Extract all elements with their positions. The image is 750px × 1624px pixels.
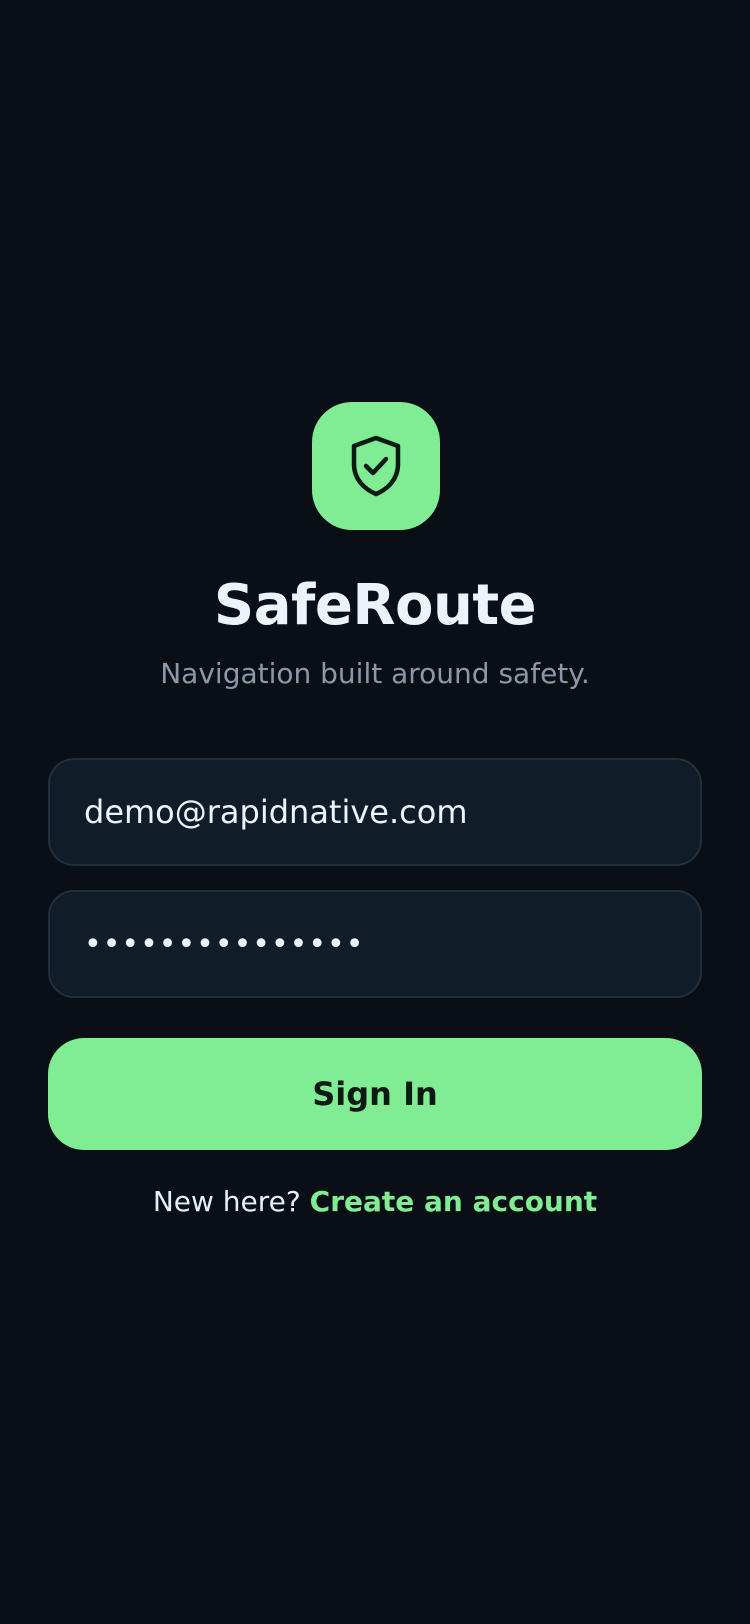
- password-field-container[interactable]: [48, 890, 702, 998]
- login-screen: SafeRoute Navigation built around safety…: [0, 0, 750, 1624]
- app-logo: [312, 402, 440, 530]
- app-tagline: Navigation built around safety.: [160, 657, 590, 690]
- password-field[interactable]: [84, 926, 700, 962]
- sign-in-button[interactable]: Sign In: [48, 1038, 702, 1150]
- email-field-container[interactable]: [48, 758, 702, 866]
- signup-prompt-text: New here?: [152, 1185, 301, 1218]
- create-account-link[interactable]: Create an account: [310, 1185, 598, 1218]
- shield-check-icon: [351, 435, 401, 497]
- email-field[interactable]: [84, 793, 700, 831]
- app-title: SafeRoute: [213, 573, 537, 638]
- signup-prompt: New here? Create an account: [0, 1180, 750, 1224]
